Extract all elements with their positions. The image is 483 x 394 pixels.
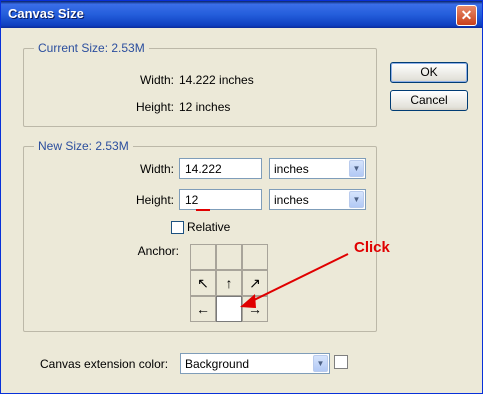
anchor-cell-bottom-right[interactable]: → [242, 296, 268, 322]
height-unit-select[interactable]: inches ▼ [269, 189, 366, 210]
click-annotation-text: Click [354, 239, 390, 256]
cancel-button[interactable]: Cancel [390, 90, 468, 111]
chevron-down-icon[interactable]: ▼ [349, 160, 364, 177]
anchor-cell-middle-left[interactable]: ↖ [190, 270, 216, 296]
anchor-cell-top-right[interactable] [242, 244, 268, 270]
arrow-up-icon: ↑ [225, 275, 233, 291]
extension-color-select[interactable]: Background ▼ [180, 353, 330, 374]
extension-color-value: Background [185, 357, 250, 371]
width-unit-select[interactable]: inches ▼ [269, 158, 366, 179]
anchor-cell-bottom-center[interactable] [216, 296, 242, 322]
anchor-cell-middle-center[interactable]: ↑ [216, 270, 242, 296]
dialog-body: Current Size: 2.53M Width: 14.222 inches… [4, 28, 479, 390]
canvas-size-dialog: Canvas Size ✕ Current Size: 2.53M Width:… [0, 0, 483, 394]
width-unit-value: inches [274, 162, 309, 176]
anchor-cell-middle-right[interactable]: ↗ [242, 270, 268, 296]
current-height-label: Height: [135, 100, 174, 114]
height-input[interactable]: 12 [179, 189, 262, 210]
new-height-label: Height: [135, 193, 174, 207]
extension-color-swatch[interactable] [334, 355, 348, 369]
arrow-up-right-icon: ↗ [249, 274, 261, 291]
close-icon: ✕ [460, 7, 473, 23]
red-underline-annotation [196, 209, 210, 211]
current-width-label: Width: [139, 73, 174, 87]
anchor-grid: ↖ ↑ ↗ ← → [190, 244, 268, 322]
chevron-down-icon[interactable]: ▼ [349, 191, 364, 208]
ok-button[interactable]: OK [390, 62, 468, 83]
dialog-title: Canvas Size [8, 6, 84, 21]
anchor-cell-top-center[interactable] [216, 244, 242, 270]
chevron-down-icon[interactable]: ▼ [313, 355, 328, 372]
anchor-cell-bottom-left[interactable]: ← [190, 296, 216, 322]
new-size-legend: New Size: 2.53M [34, 139, 133, 153]
current-size-legend: Current Size: 2.53M [34, 41, 149, 55]
new-width-label: Width: [139, 162, 174, 176]
title-bar: Canvas Size ✕ [1, 1, 482, 28]
arrow-left-icon: ← [196, 301, 210, 317]
anchor-cell-top-left[interactable] [190, 244, 216, 270]
extension-color-label: Canvas extension color: [40, 357, 169, 371]
current-width-value: 14.222 inches [179, 73, 254, 87]
height-unit-value: inches [274, 193, 309, 207]
current-height-value: 12 inches [179, 100, 231, 114]
relative-checkbox[interactable] [171, 221, 184, 234]
anchor-label: Anchor: [137, 244, 179, 258]
width-input[interactable]: 14.222 [179, 158, 262, 179]
arrow-right-icon: → [248, 301, 262, 317]
current-size-group: Current Size: 2.53M [23, 41, 377, 127]
arrow-up-left-icon: ↖ [197, 274, 209, 291]
close-button[interactable]: ✕ [456, 5, 477, 26]
relative-label[interactable]: Relative [187, 220, 230, 234]
